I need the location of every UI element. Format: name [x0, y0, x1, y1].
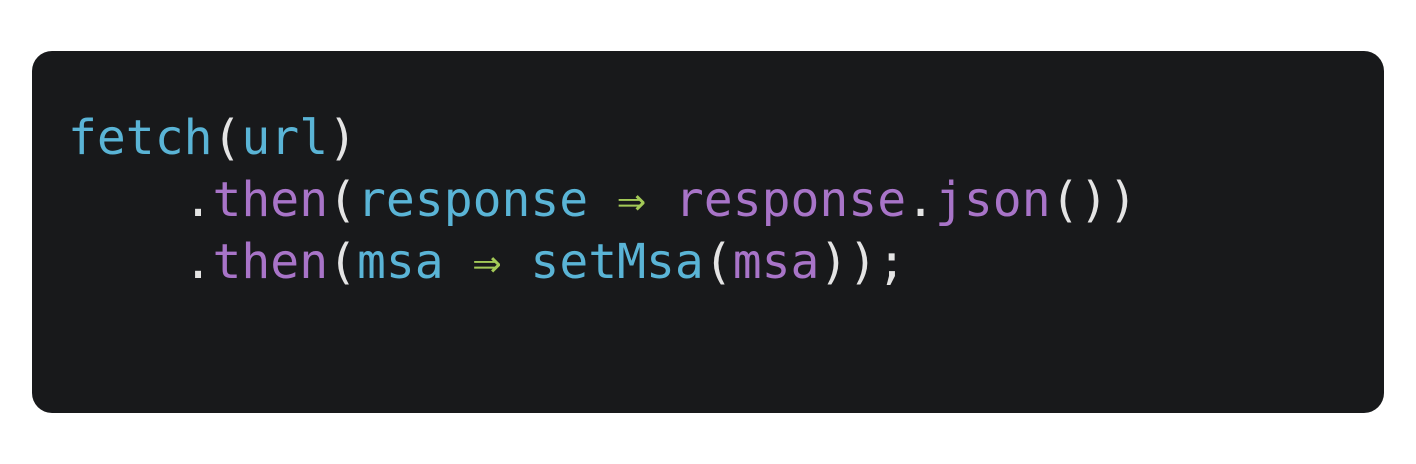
code-token-punct: ) [328, 110, 358, 166]
code-token-arrow: ⇒ [472, 234, 502, 290]
code-token-method: json [935, 172, 1051, 228]
code-token-punct: ( [328, 172, 357, 228]
code-token-var: response [674, 172, 907, 228]
code-token-method: then [212, 172, 329, 228]
code-token-punct: ( [212, 110, 242, 166]
code-token-punct: )); [819, 234, 907, 290]
code-token-method: then [212, 234, 329, 290]
code-token-param: response [357, 172, 589, 228]
code-token-var: msa [732, 234, 820, 290]
code-line-3: .then(msa ⇒ setMsa(msa)); [68, 231, 1137, 293]
code-token-punct: . [906, 172, 935, 228]
code-token-punct: . [183, 234, 213, 290]
code-token-param: msa [357, 234, 444, 290]
code-token-arrow: ⇒ [617, 172, 646, 228]
code-line-2: .then(response ⇒ response.json()) [68, 169, 1138, 231]
code-token-punct: . [183, 172, 213, 228]
code-token-punct: ( [328, 234, 357, 290]
code-token-fn: fetch [68, 110, 213, 166]
code-token-param: url [241, 110, 329, 166]
code-token-punct: ( [703, 234, 733, 290]
code-block: fetch(url) .then(response ⇒ response.jso… [68, 107, 1137, 293]
code-line-1: fetch(url) [68, 107, 1137, 169]
code-token-fn: setMsa [530, 234, 704, 290]
code-token-punct: ()) [1050, 172, 1138, 228]
